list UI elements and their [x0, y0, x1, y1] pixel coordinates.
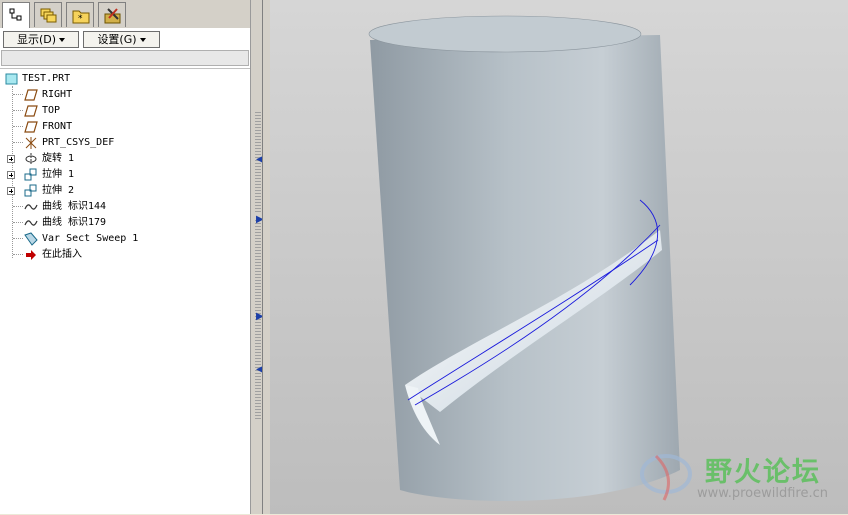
- tools-icon: [104, 8, 121, 24]
- sweep-icon: [24, 232, 38, 246]
- extrude-icon: [24, 168, 37, 181]
- tree-filter-bar[interactable]: [1, 50, 249, 66]
- extrude-icon: [24, 184, 37, 197]
- tree-connector: [13, 206, 23, 207]
- datum-plane-icon: [24, 105, 38, 117]
- csys-icon: [25, 137, 37, 149]
- tree-item-label: 曲线 标识144: [42, 201, 107, 212]
- tree-item-label: 拉伸 2: [42, 185, 75, 196]
- navigator-panel: * 显示(D) 设置(G) TEST.PRT RIGHT TOP FRONT P…: [0, 0, 254, 514]
- model-view: [368, 15, 680, 502]
- tree-connector: [13, 110, 23, 111]
- insert-here-icon: [26, 250, 36, 260]
- show-dropdown-label: 显示(D): [16, 33, 57, 46]
- tree-item-label: 旋转 1: [42, 153, 75, 164]
- tree-item-label: Var Sect Sweep 1: [42, 233, 139, 244]
- watermark-logo-icon: [640, 454, 692, 501]
- curve-icon: [24, 204, 38, 210]
- tree-root-label: TEST.PRT: [22, 73, 71, 84]
- datum-plane-icon: [24, 89, 38, 101]
- navigator-tab-bar: *: [0, 0, 254, 28]
- curve-icon: [24, 220, 38, 226]
- chevron-down-icon: [139, 38, 146, 42]
- tree-item-label: PRT_CSYS_DEF: [42, 137, 115, 148]
- watermark-text: 野火论坛: [705, 457, 821, 488]
- layers-tab[interactable]: [34, 2, 62, 27]
- tree-item-label: FRONT: [42, 121, 73, 132]
- tree-connector: [13, 142, 23, 143]
- tree-connector: [13, 222, 23, 223]
- tree-item-label: 曲线 标识179: [42, 217, 107, 228]
- tree-connector: [13, 238, 23, 239]
- part-icon: [5, 73, 18, 85]
- helix-cylinder-model[interactable]: [368, 15, 680, 502]
- tree-item-label: TOP: [42, 105, 61, 116]
- tree-item-label: 在此插入: [42, 249, 82, 260]
- splitter-edge: [262, 0, 270, 514]
- revolve-icon: [25, 153, 37, 165]
- model-tree-tab[interactable]: [2, 2, 30, 28]
- tree-connector: [13, 254, 23, 255]
- expand-icon[interactable]: [7, 171, 15, 179]
- svg-text:*: *: [78, 14, 83, 24]
- datum-plane-icon: [24, 121, 38, 133]
- tree-item-label: RIGHT: [42, 89, 73, 100]
- layers-icon: [40, 8, 57, 23]
- chevron-down-icon: [59, 38, 66, 42]
- navigator-button-bar: 显示(D) 设置(G): [0, 28, 254, 50]
- folder-icon: *: [72, 10, 90, 24]
- settings-dropdown[interactable]: 设置(G): [83, 31, 160, 48]
- favorites-tab[interactable]: [98, 2, 126, 27]
- show-dropdown[interactable]: 显示(D): [3, 31, 79, 48]
- watermark-url: www.proewildfire.cn: [697, 486, 828, 501]
- settings-dropdown-label: 设置(G): [97, 33, 137, 46]
- folder-browser-tab[interactable]: *: [66, 2, 94, 27]
- expand-icon[interactable]: [7, 155, 15, 163]
- model-tree-icon: [9, 8, 22, 21]
- tree-connector: [13, 94, 23, 95]
- expand-icon[interactable]: [7, 187, 15, 195]
- graphics-window[interactable]: [270, 0, 848, 514]
- tree-connector: [13, 126, 23, 127]
- tree-item-label: 拉伸 1: [42, 169, 75, 180]
